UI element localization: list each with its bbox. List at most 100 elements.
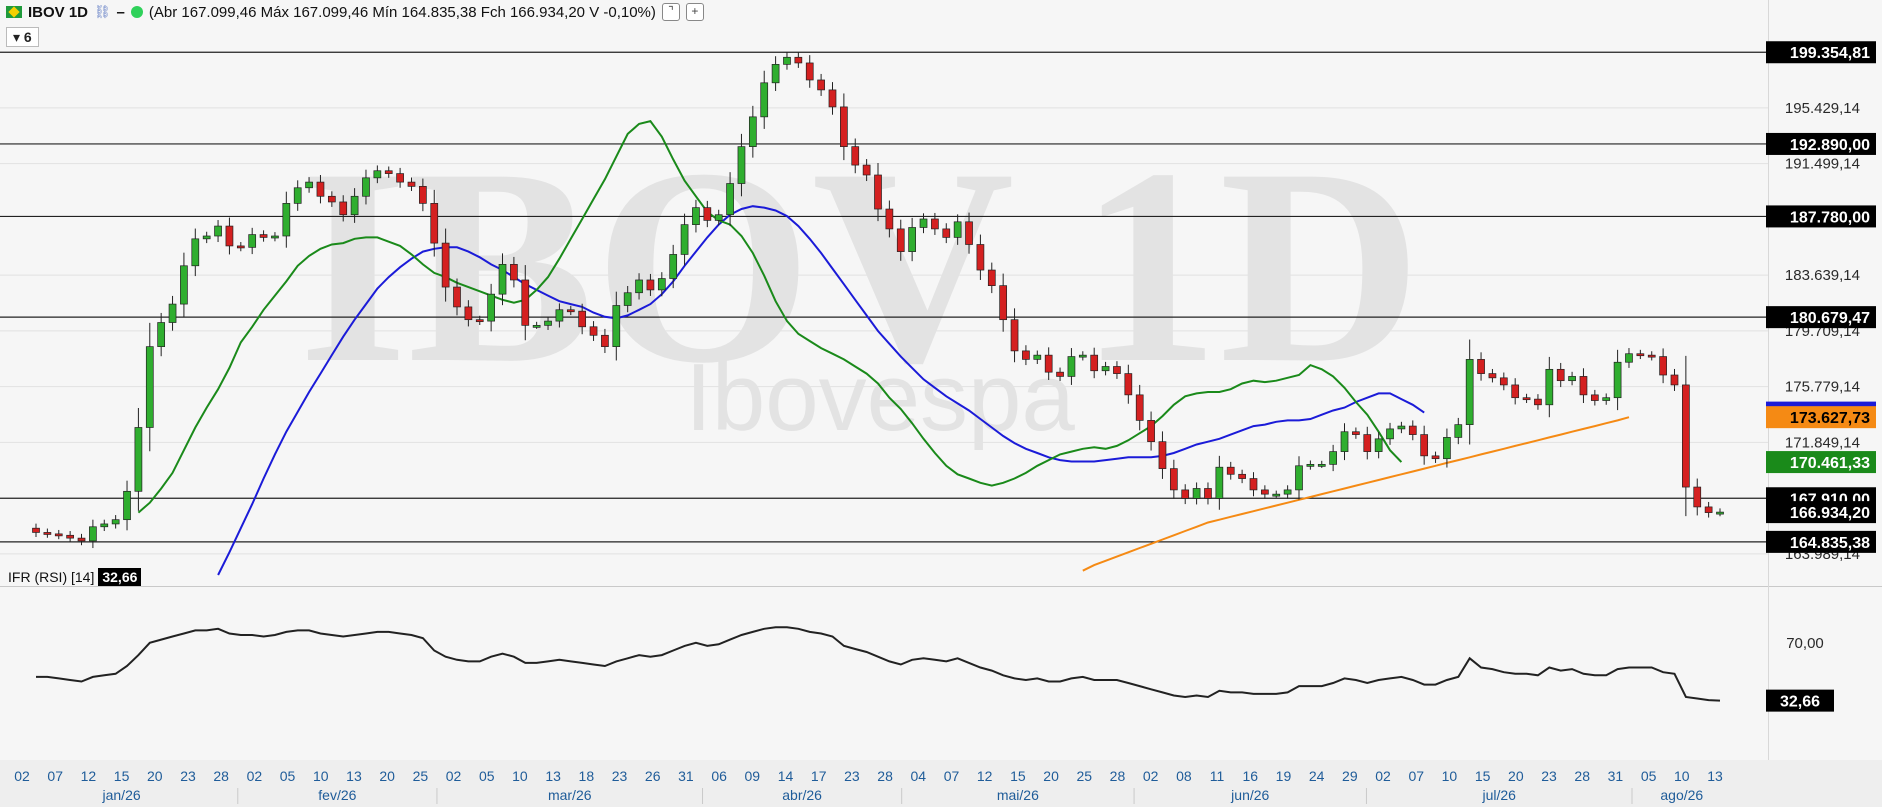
candle-body xyxy=(1590,394,1599,401)
candle-body xyxy=(1465,359,1474,425)
x-tick-label: 28 xyxy=(1110,768,1126,784)
x-tick-label: 18 xyxy=(579,768,595,784)
candle-body xyxy=(1670,374,1679,386)
price-tag: 170.461,33 xyxy=(1790,455,1870,472)
candle-body xyxy=(999,285,1008,321)
candle-body xyxy=(783,56,791,65)
candle-body xyxy=(271,235,279,239)
rsi-level-label: 70,00 xyxy=(1786,635,1824,652)
x-tick-label: 28 xyxy=(1574,768,1590,784)
ohlc-text: (Abr 167.099,46 Máx 167.099,46 Mín 164.8… xyxy=(148,3,656,21)
candle-body xyxy=(1647,354,1656,358)
candle-body xyxy=(1545,368,1554,406)
symbol-label[interactable]: IBOV 1D xyxy=(28,4,88,21)
month-label: jun/26 xyxy=(1230,787,1269,803)
candle-body xyxy=(953,221,962,238)
candle-body xyxy=(1044,354,1053,373)
x-tick-label: 23 xyxy=(612,768,628,784)
candle-body xyxy=(532,325,541,328)
chart-root: IBOV 1D Ibovespa 70,00 32,66 195.429,14 191.4… xyxy=(0,0,1882,807)
candle-body xyxy=(316,181,325,197)
month-label: ago/26 xyxy=(1660,787,1703,803)
candle-body xyxy=(1090,354,1099,372)
candle-body xyxy=(931,218,939,230)
candle-body xyxy=(623,292,632,306)
price-tag: 187.780,00 xyxy=(1790,209,1870,226)
candle-body xyxy=(407,181,416,187)
plus-icon[interactable]: + xyxy=(685,3,704,21)
link-icon[interactable]: ⛓ xyxy=(94,4,111,20)
x-tick-label: 12 xyxy=(977,768,993,784)
candle-body xyxy=(475,319,484,323)
chart-canvas[interactable]: IBOV 1D Ibovespa 70,00 32,66 195.429,14 191.4… xyxy=(0,0,1882,807)
candle-body xyxy=(100,523,109,528)
x-tick-label: 02 xyxy=(1143,768,1159,784)
rsi-label-text: IFR (RSI) [14] xyxy=(8,569,95,585)
x-tick-label: 15 xyxy=(1475,768,1491,784)
candle-body xyxy=(157,322,166,347)
candle-body xyxy=(692,207,700,226)
x-tick-label: 15 xyxy=(1010,768,1026,784)
candle-body xyxy=(635,279,643,294)
candle-body xyxy=(1704,506,1713,513)
candle-body xyxy=(737,146,746,184)
candle-body xyxy=(225,225,234,247)
rsi-panel-label: IFR (RSI) [14] 32,66 xyxy=(8,568,142,586)
candle-body xyxy=(202,235,211,240)
candle-body xyxy=(1636,353,1645,357)
candle-body xyxy=(1249,478,1258,491)
candle-body xyxy=(1602,397,1611,401)
price-tick-label: 195.429,14 xyxy=(1785,100,1860,117)
x-tick-label: 07 xyxy=(944,768,960,784)
watermark-small: Ibovespa xyxy=(685,344,1075,451)
candle-body xyxy=(1625,353,1633,363)
x-tick-label: 29 xyxy=(1342,768,1358,784)
month-label: fev/26 xyxy=(318,787,356,803)
candle-body xyxy=(43,532,52,535)
candle-body xyxy=(726,183,734,216)
candle-body xyxy=(919,218,928,228)
candle-body xyxy=(657,278,666,291)
candle-body xyxy=(1113,366,1121,374)
x-tick-label: 31 xyxy=(678,768,694,784)
x-tick-label: 05 xyxy=(1641,768,1657,784)
candle-body xyxy=(282,203,291,237)
triangle-down-icon: ▾ xyxy=(13,29,21,45)
candle-body xyxy=(828,89,837,108)
candle-body xyxy=(1204,488,1212,499)
candle-body xyxy=(612,305,621,347)
x-tick-label: 02 xyxy=(247,768,263,784)
candle-body xyxy=(987,269,996,286)
x-tick-label: 04 xyxy=(911,768,927,784)
minus-icon[interactable]: – xyxy=(117,4,125,21)
x-tick-label: 24 xyxy=(1309,768,1325,784)
candle-body xyxy=(384,170,393,174)
candle-body xyxy=(362,177,370,197)
candle-body xyxy=(566,309,575,313)
candle-body xyxy=(1682,384,1690,488)
candle-body xyxy=(327,195,336,203)
candle-body xyxy=(1386,428,1394,440)
candle-body xyxy=(1454,424,1463,438)
candle-body xyxy=(236,245,245,249)
chart-header: IBOV 1D ⛓ – (Abr 167.099,46 Máx 167.099,… xyxy=(0,0,704,24)
candle-body xyxy=(862,164,871,176)
candle-body xyxy=(646,279,655,291)
price-tick-label: 171.849,14 xyxy=(1785,434,1860,451)
candle-body xyxy=(1659,356,1667,376)
month-label: mar/26 xyxy=(548,787,592,803)
collapse-value: 6 xyxy=(23,29,32,45)
x-tick-label: 02 xyxy=(14,768,30,784)
candle-body xyxy=(1101,366,1110,372)
collapse-toggle[interactable]: ▾ 6 xyxy=(6,27,39,47)
x-tick-label: 12 xyxy=(81,768,97,784)
candle-body xyxy=(1568,376,1576,382)
x-tick-label: 13 xyxy=(1707,768,1723,784)
price-tick-label: 183.639,14 xyxy=(1785,267,1860,284)
candle-body xyxy=(1397,425,1406,430)
x-tick-label: 20 xyxy=(1043,768,1059,784)
candle-body xyxy=(510,264,518,281)
settings-icon[interactable]: ⌝ xyxy=(661,3,680,21)
candle-body xyxy=(1374,438,1383,452)
candle-body xyxy=(794,56,803,64)
